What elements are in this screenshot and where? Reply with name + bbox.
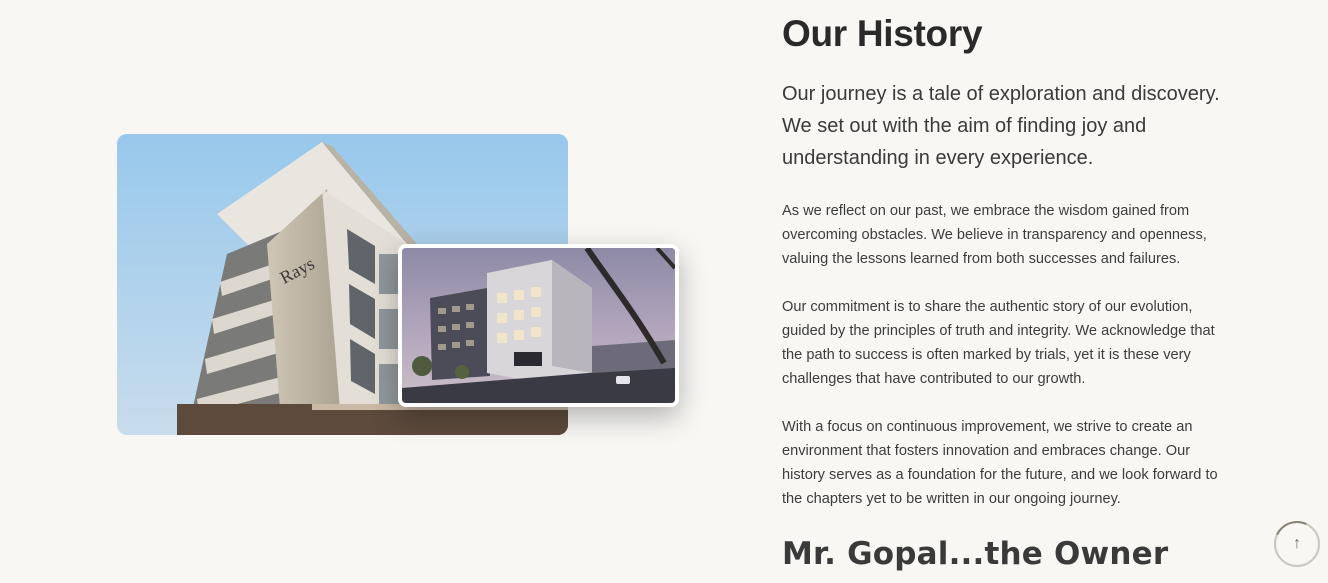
- lead-paragraph: Our journey is a tale of exploration and…: [782, 83, 1220, 169]
- page-title: Our History: [782, 13, 983, 54]
- progress-ring: [1267, 514, 1327, 574]
- history-paragraph: With a focus on continuous improvement, …: [782, 419, 1218, 507]
- history-paragraph: As we reflect on our past, we embrace th…: [782, 203, 1207, 267]
- history-paragraph: Our commitment is to share the authentic…: [782, 299, 1215, 387]
- owner-heading: Mr. Gopal...the Owner: [782, 536, 1169, 572]
- history-content: Our History Our journey is a tale of exp…: [782, 12, 1252, 511]
- scroll-to-top-button[interactable]: ↑: [1267, 514, 1327, 574]
- hotel-rendering-photo: [398, 244, 679, 407]
- history-section: Rays Our History Our journey is a tale o…: [0, 0, 1328, 583]
